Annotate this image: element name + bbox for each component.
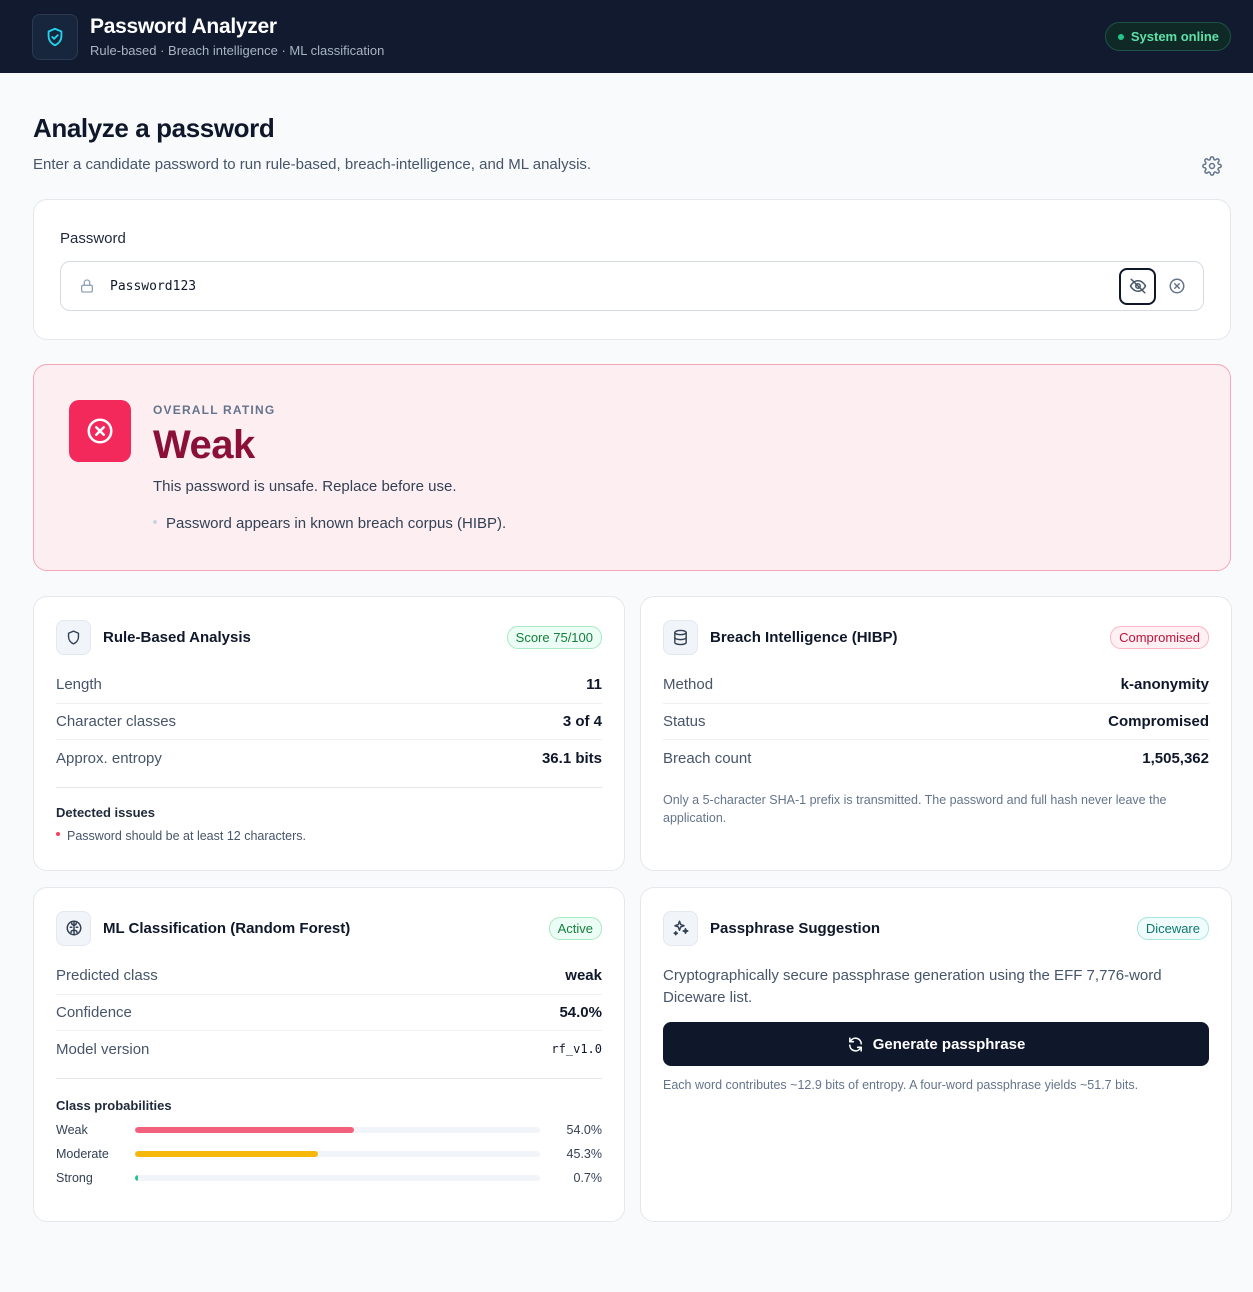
probability-row-strong: Strong 0.7% bbox=[56, 1170, 602, 1185]
probability-track bbox=[135, 1150, 540, 1157]
active-badge: Active bbox=[548, 916, 602, 940]
clear-icon bbox=[1169, 278, 1184, 294]
metric-row: Approx. entropy 36.1 bits bbox=[56, 749, 602, 767]
probability-track bbox=[135, 1126, 540, 1133]
shield-icon bbox=[56, 619, 91, 655]
app-header: Password Analyzer Rule-based · Breach in… bbox=[0, 0, 1253, 73]
analysis-grid: Rule-Based Analysis Score 75/100 Length 1… bbox=[33, 596, 1232, 1222]
compromised-badge: Compromised bbox=[1110, 625, 1209, 649]
password-field[interactable]: Password123 bbox=[60, 261, 1204, 311]
page-description: Enter a candidate password to run rule-b… bbox=[33, 156, 592, 173]
passphrase-description: Cryptographically secure passphrase gene… bbox=[663, 967, 1162, 1006]
divider bbox=[56, 1077, 602, 1079]
metric-row: Predicted class weak bbox=[56, 958, 602, 995]
metric-row: Model version rf_v1.0 bbox=[56, 1040, 602, 1058]
divider bbox=[56, 786, 602, 788]
rating-kicker: OVERALL RATING bbox=[153, 403, 276, 417]
probability-row-weak: Weak 54.0% bbox=[56, 1122, 602, 1137]
issue-item: Password should be at least 12 character… bbox=[56, 829, 602, 843]
ml-title: ML Classification (Random Forest) bbox=[103, 919, 351, 937]
metric-row: Status Compromised bbox=[663, 704, 1209, 740]
clear-password-button[interactable] bbox=[1158, 268, 1195, 305]
brand: Password Analyzer Rule-based · Breach in… bbox=[32, 13, 385, 60]
generate-passphrase-label: Generate passphrase bbox=[872, 1035, 1026, 1053]
probability-row-moderate: Moderate 45.3% bbox=[56, 1146, 602, 1161]
database-icon bbox=[663, 619, 698, 655]
rating-description: This password is unsafe. Replace before … bbox=[153, 478, 457, 495]
overall-rating-banner: OVERALL RATING Weak This password is uns… bbox=[33, 364, 1231, 571]
rule-based-panel: Rule-Based Analysis Score 75/100 Length 1… bbox=[33, 596, 625, 871]
score-badge: Score 75/100 bbox=[506, 625, 602, 649]
system-status-label: System online bbox=[1130, 29, 1219, 44]
probability-bar-moderate bbox=[135, 1150, 319, 1157]
rating-reasons: Password appears in known breach corpus … bbox=[153, 515, 1230, 532]
breach-note: Only a 5-character SHA-1 prefix is trans… bbox=[663, 792, 1167, 825]
class-probabilities: Weak 54.0% Moderate 45.3% Strong 0.7% bbox=[56, 1118, 602, 1190]
rule-metrics: Length 11 Character classes 3 of 4 Approx.… bbox=[56, 667, 602, 777]
x-circle-icon bbox=[69, 400, 131, 462]
breach-title: Breach Intelligence (HIBP) bbox=[710, 628, 898, 646]
class-probabilities-title: Class probabilities bbox=[56, 1097, 172, 1113]
detected-issues-title: Detected issues bbox=[56, 804, 155, 820]
breach-metrics: Method k-anonymity Status Compromised Brea… bbox=[663, 667, 1209, 777]
sparkles-icon bbox=[663, 910, 698, 946]
metric-row: Breach count 1,505,362 bbox=[663, 749, 1209, 767]
breach-intelligence-panel: Breach Intelligence (HIBP) Compromised M… bbox=[640, 596, 1232, 871]
shield-check-icon bbox=[32, 13, 78, 60]
passphrase-note: Each word contributes ~12.9 bits of entr… bbox=[663, 1078, 1139, 1092]
app-subtitle: Rule-based · Breach intelligence · ML cl… bbox=[90, 43, 385, 58]
refresh-icon bbox=[848, 1036, 862, 1052]
toggle-visibility-button[interactable] bbox=[1119, 267, 1156, 305]
passphrase-title: Passphrase Suggestion bbox=[710, 919, 881, 937]
status-dot-icon bbox=[1117, 33, 1124, 40]
metric-row: Length 11 bbox=[56, 667, 602, 704]
probability-track bbox=[135, 1174, 540, 1181]
eye-off-icon bbox=[1129, 278, 1146, 294]
passphrase-panel: Passphrase Suggestion Diceware Cryptogra… bbox=[640, 887, 1232, 1222]
metric-row: Character classes 3 of 4 bbox=[56, 704, 602, 740]
probability-bar-strong bbox=[135, 1174, 138, 1181]
diceware-badge: Diceware bbox=[1136, 916, 1209, 940]
system-status-badge: System online bbox=[1104, 22, 1231, 51]
main-content: Analyze a password Enter a candidate pas… bbox=[0, 113, 1253, 1222]
password-input[interactable]: Password123 bbox=[110, 279, 1119, 294]
brain-icon bbox=[56, 910, 91, 946]
page-title: Analyze a password bbox=[33, 113, 275, 143]
password-card: Password Password123 bbox=[33, 199, 1231, 340]
metric-row: Method k-anonymity bbox=[663, 667, 1209, 704]
rating-value: Weak bbox=[153, 423, 255, 467]
lock-icon bbox=[79, 278, 95, 294]
app-title: Password Analyzer bbox=[90, 15, 277, 38]
metric-row: Confidence 54.0% bbox=[56, 995, 602, 1031]
probability-bar-weak bbox=[135, 1126, 354, 1133]
rule-based-title: Rule-Based Analysis bbox=[103, 628, 251, 646]
ml-classification-panel: ML Classification (Random Forest) Active… bbox=[33, 887, 625, 1222]
settings-gear-icon[interactable] bbox=[1202, 156, 1222, 176]
detected-issues-list: Password should be at least 12 character… bbox=[56, 829, 602, 843]
rating-reason-item: Password appears in known breach corpus … bbox=[153, 515, 1230, 532]
password-label: Password bbox=[60, 230, 126, 247]
generate-passphrase-button[interactable]: Generate passphrase bbox=[663, 1022, 1209, 1066]
ml-metrics: Predicted class weak Confidence 54.0% Mode… bbox=[56, 958, 602, 1068]
